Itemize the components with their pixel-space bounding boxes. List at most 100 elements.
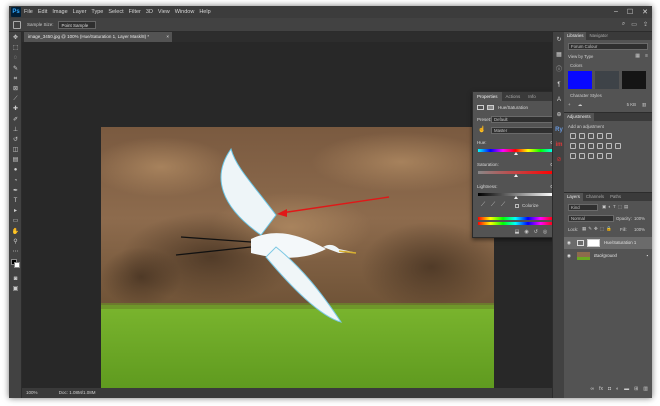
clip-layer-icon[interactable]: ⬓ [515, 229, 520, 237]
workspace-icon[interactable]: ▭ [631, 21, 637, 28]
dodge-tool-icon[interactable]: ◔ [11, 178, 20, 185]
library-select[interactable]: Forum Colour [568, 43, 648, 50]
eyedropper-plus-icon[interactable]: ⟋ [491, 202, 495, 209]
new-adjustment-icon[interactable]: ◐ [616, 386, 619, 394]
view-by-label[interactable]: View by Type [568, 54, 593, 59]
brush-settings-icon[interactable]: ▦ [555, 51, 563, 59]
brush-tool-icon[interactable]: ✐ [11, 117, 20, 124]
reset-icon[interactable]: ↺ [534, 229, 538, 237]
delete-layer-icon[interactable]: ▥ [643, 386, 648, 394]
filter-icons[interactable]: ▣◐T⬚▤ [602, 204, 630, 210]
lock-icons[interactable]: ▦✎✥⬚🔒 [582, 226, 614, 232]
menu-edit[interactable]: Edit [38, 9, 47, 15]
blend-mode-select[interactable]: Normal [568, 215, 614, 222]
fill-value[interactable]: 100% [634, 227, 645, 232]
view-previous-icon[interactable]: ◉ [524, 229, 528, 237]
color-balance-icon[interactable] [579, 143, 585, 149]
color-swatch-black[interactable] [622, 71, 646, 89]
vibrance-icon[interactable] [606, 133, 612, 139]
saturation-slider-handle[interactable] [514, 174, 518, 177]
menu-type[interactable]: Type [91, 9, 103, 15]
clone-stamp-icon[interactable]: ⊥ [11, 127, 20, 134]
levels-icon[interactable] [579, 133, 585, 139]
tab-adjustments[interactable]: Adjustments [564, 113, 594, 121]
eyedropper-tool-icon[interactable] [13, 20, 21, 29]
menu-image[interactable]: Image [52, 9, 67, 15]
eyedropper-icon[interactable]: ⟋ [481, 202, 485, 209]
visibility-icon[interactable]: ◎ [543, 229, 547, 237]
layer-hue-saturation[interactable]: ◉ Hue/Saturation 1 [564, 237, 652, 249]
screen-mode-icon[interactable]: ▣ [11, 286, 20, 293]
hue-slider-handle[interactable] [514, 152, 518, 155]
curves-icon[interactable] [588, 133, 594, 139]
colors-section-label[interactable]: Colors [570, 63, 582, 68]
colorize-checkbox[interactable] [515, 204, 519, 208]
share-icon[interactable]: ⇪ [643, 21, 648, 28]
mask-icon[interactable] [487, 105, 494, 110]
posterize-icon[interactable] [579, 153, 585, 159]
color-lookup-icon[interactable] [615, 143, 621, 149]
photo-filter-icon[interactable] [597, 143, 603, 149]
path-select-icon[interactable]: ▸ [11, 208, 20, 215]
new-group-icon[interactable]: ▬ [624, 386, 629, 394]
add-mask-icon[interactable]: ◘ [608, 386, 611, 394]
history-icon[interactable]: ↻ [555, 36, 563, 44]
menu-filter[interactable]: Filter [129, 9, 141, 15]
plugin-im-icon[interactable]: im [555, 141, 563, 149]
color-swatch-slate[interactable] [595, 71, 619, 89]
tab-properties[interactable]: Properties [473, 92, 502, 101]
selective-color-icon[interactable] [606, 153, 612, 159]
layer-mask-thumb[interactable] [587, 239, 600, 247]
tab-layers[interactable]: Layers [564, 193, 583, 201]
visibility-eye-icon[interactable]: ◉ [567, 250, 571, 262]
crop-tool-icon[interactable]: ⌗ [11, 76, 20, 83]
eraser-tool-icon[interactable]: ◫ [11, 147, 20, 154]
menu-select[interactable]: Select [108, 9, 123, 15]
gradient-map-icon[interactable] [597, 153, 603, 159]
frame-tool-icon[interactable]: ⊠ [11, 86, 20, 93]
grid-view-icon[interactable]: ▦ [635, 53, 640, 59]
eyedropper-tool-icon[interactable]: ⟋ [11, 96, 20, 103]
search-icon[interactable]: ⌕ [622, 21, 625, 28]
lasso-tool-icon[interactable]: ◌ [11, 55, 20, 62]
tab-channels[interactable]: Channels [583, 193, 607, 201]
quick-mask-icon[interactable]: ◙ [11, 276, 20, 283]
menu-help[interactable]: Help [199, 9, 210, 15]
list-view-icon[interactable]: ≡ [645, 53, 648, 59]
link-layers-icon[interactable]: ∞ [591, 386, 595, 394]
hue-saturation-icon[interactable] [570, 143, 576, 149]
info-icon[interactable]: ⓘ [555, 66, 563, 74]
menu-3d[interactable]: 3D [146, 9, 153, 15]
type-tool-icon[interactable]: T [11, 198, 20, 205]
document-close-icon[interactable]: × [166, 32, 169, 42]
marquee-tool-icon[interactable]: ⬚ [11, 45, 20, 52]
zoom-tool-icon[interactable]: ⚲ [11, 239, 20, 246]
clone-source-icon[interactable]: ⊕ [555, 111, 563, 119]
exposure-icon[interactable] [597, 133, 603, 139]
more-tools-icon[interactable]: ⋯ [11, 249, 20, 256]
healing-brush-icon[interactable]: ✚ [11, 106, 20, 113]
tab-paths[interactable]: Paths [607, 193, 624, 201]
new-layer-icon[interactable]: ⊞ [634, 386, 638, 394]
blur-tool-icon[interactable]: ● [11, 167, 20, 174]
menu-file[interactable]: File [24, 9, 33, 15]
add-icon[interactable]: + [568, 102, 571, 107]
shape-tool-icon[interactable]: ▭ [11, 218, 20, 225]
plugin-circle-icon[interactable]: ⊘ [555, 156, 563, 164]
plugin-icon[interactable]: Ry [555, 126, 563, 134]
zoom-level[interactable]: 100% [26, 390, 38, 395]
canvas-area[interactable]: Properties Actions Info ≡ Hue/Saturation… [22, 42, 560, 389]
hand-adjust-icon[interactable]: ☝ [478, 126, 485, 133]
tab-navigator[interactable]: Navigator [586, 32, 610, 40]
menu-window[interactable]: Window [175, 9, 195, 15]
menu-layer[interactable]: Layer [73, 9, 87, 15]
invert-icon[interactable] [570, 153, 576, 159]
lightness-slider-handle[interactable] [514, 196, 518, 199]
pen-tool-icon[interactable]: ✒ [11, 188, 20, 195]
tab-info[interactable]: Info [524, 92, 540, 101]
menu-view[interactable]: View [158, 9, 170, 15]
color-swatch-blue[interactable] [568, 71, 592, 89]
glyphs-icon[interactable]: A [555, 96, 563, 104]
tab-libraries[interactable]: Libraries [564, 32, 587, 40]
tab-actions[interactable]: Actions [502, 92, 525, 101]
